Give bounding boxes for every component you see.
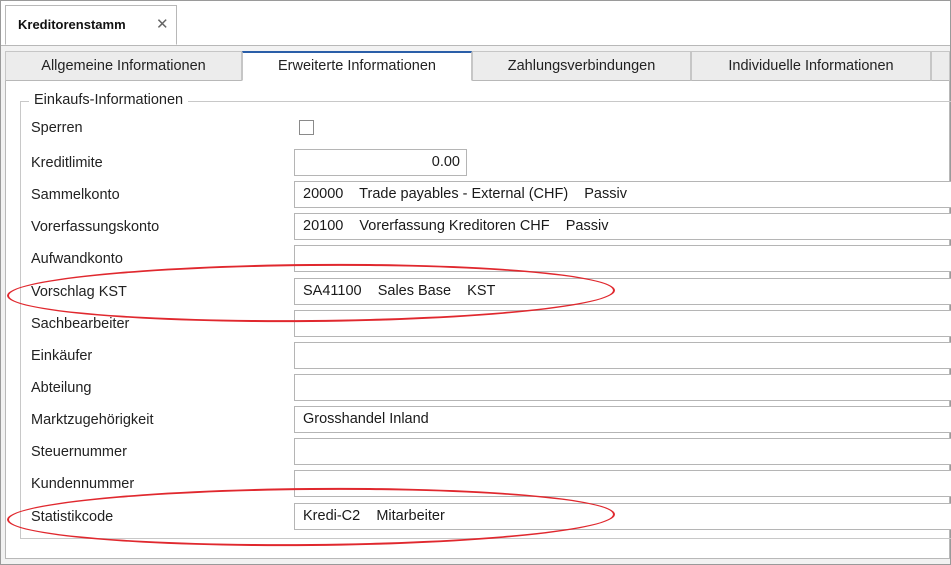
label-sperren: Sperren — [31, 120, 83, 136]
group-title: Einkaufs-Informationen — [29, 92, 189, 108]
label-statistikcode: Statistikcode — [31, 509, 114, 525]
window-frame: Kreditorenstamm ✕ Allgemeine Information… — [0, 0, 951, 565]
label-vorschlag-kst: Vorschlag KST — [31, 284, 127, 300]
label-aufwandkonto: Aufwandkonto — [31, 251, 123, 267]
label-marktzugehoerigkeit: Marktzugehörigkeit — [31, 412, 154, 428]
label-einkaeufer: Einkäufer — [31, 348, 93, 364]
tab-allgemeine-informationen[interactable]: Allgemeine Informationen — [5, 51, 242, 81]
section-tabs: Allgemeine Informationen Erweiterte Info… — [5, 51, 950, 81]
document-tab-kreditorenstamm[interactable]: Kreditorenstamm ✕ — [5, 5, 177, 45]
label-abteilung: Abteilung — [31, 380, 92, 396]
kreditlimite-input[interactable]: 0.00 — [294, 149, 467, 176]
steuernummer-input[interactable] — [294, 438, 951, 465]
label-vorerfassungskonto: Vorerfassungskonto — [31, 219, 160, 235]
tab-individuelle-informationen[interactable]: Individuelle Informationen — [691, 51, 931, 81]
document-tab-label: Kreditorenstamm — [18, 17, 126, 32]
close-icon[interactable]: ✕ — [156, 15, 169, 33]
aufwandkonto-input[interactable] — [294, 245, 951, 272]
tab-erweiterte-informationen[interactable]: Erweiterte Informationen — [242, 51, 472, 81]
document-tab-strip: Kreditorenstamm ✕ — [1, 1, 950, 46]
vorschlag-kst-input[interactable]: SA41100 Sales Base KST — [294, 278, 951, 305]
label-sammelkonto: Sammelkonto — [31, 187, 120, 203]
label-kreditlimite: Kreditlimite — [31, 155, 103, 171]
marktzugehoerigkeit-input[interactable]: Grosshandel Inland — [294, 406, 951, 433]
label-kundennummer: Kundennummer — [31, 476, 135, 492]
label-steuernummer: Steuernummer — [31, 444, 127, 460]
sammelkonto-input[interactable]: 20000 Trade payables - External (CHF) Pa… — [294, 181, 951, 208]
vorerfassungskonto-input[interactable]: 20100 Vorerfassung Kreditoren CHF Passiv — [294, 213, 951, 240]
tab-overflow[interactable] — [931, 51, 950, 81]
kundennummer-input[interactable] — [294, 470, 951, 497]
einkaeufer-input[interactable] — [294, 342, 951, 369]
label-sachbearbeiter: Sachbearbeiter — [31, 316, 130, 332]
tab-zahlungsverbindungen[interactable]: Zahlungsverbindungen — [472, 51, 691, 81]
sachbearbeiter-input[interactable] — [294, 310, 951, 337]
abteilung-input[interactable] — [294, 374, 951, 401]
statistikcode-input[interactable]: Kredi-C2 Mitarbeiter — [294, 503, 951, 530]
sperren-checkbox[interactable] — [299, 120, 314, 135]
